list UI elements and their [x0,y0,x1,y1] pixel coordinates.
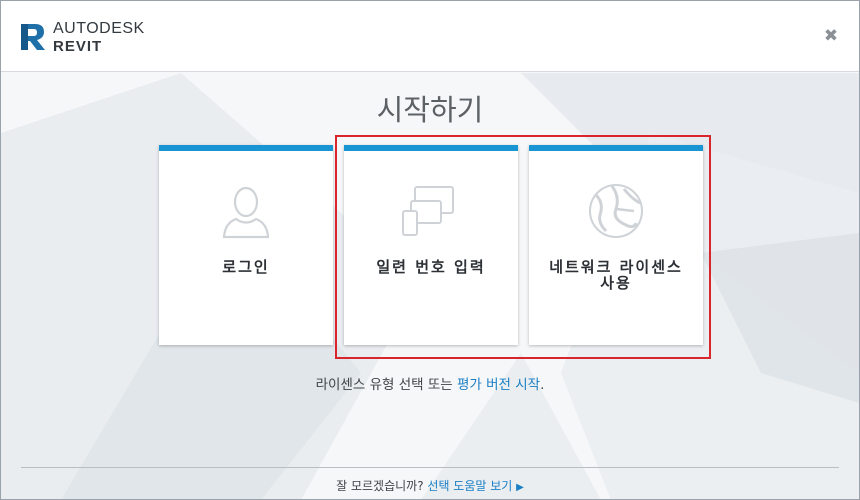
help-link[interactable]: 선택 도움말 보기 [427,479,512,493]
login-card[interactable]: 로그인 [159,145,333,345]
dialog-header: AUTODESK REVIT ✖ [1,1,859,72]
network-license-card[interactable]: 네트워크 라이센스 사용 [529,145,703,345]
network-license-label-line1: 네트워크 라이센스 [549,258,683,276]
brand-name: AUTODESK [53,20,145,37]
product-name: REVIT [53,38,103,55]
login-label: 로그인 [222,258,270,276]
network-license-label-line2: 사용 [600,274,632,292]
serial-number-card[interactable]: 일련 번호 입력 [344,145,518,345]
start-dialog: AUTODESK REVIT ✖ 시작하기 로그인 일련 번호 입력 네트워크 … [0,0,860,500]
network-globe-icon [589,184,643,238]
license-type-prompt: 라이센스 유형 선택 또는 평가 버전 시작. [1,373,859,393]
footer-help: 잘 모르겠습니까? 선택 도움말 보기 ▶ [1,477,859,494]
serial-number-label: 일련 번호 입력 [376,258,486,276]
autodesk-revit-logo: AUTODESK REVIT [19,17,149,57]
revit-logo-icon [21,24,45,50]
license-type-suffix: . [540,377,545,393]
footer-question: 잘 모르겠습니까? [336,479,428,493]
user-icon [222,186,270,239]
play-arrow-icon[interactable]: ▶ [516,482,524,493]
devices-icon [402,186,454,236]
license-type-text: 라이센스 유형 선택 또는 [315,377,457,393]
close-icon[interactable]: ✖ [821,26,841,46]
footer-divider [21,467,839,468]
start-trial-link[interactable]: 평가 버전 시작 [457,377,540,393]
network-license-label: 네트워크 라이센스 사용 [529,259,703,291]
page-title: 시작하기 [376,93,484,127]
